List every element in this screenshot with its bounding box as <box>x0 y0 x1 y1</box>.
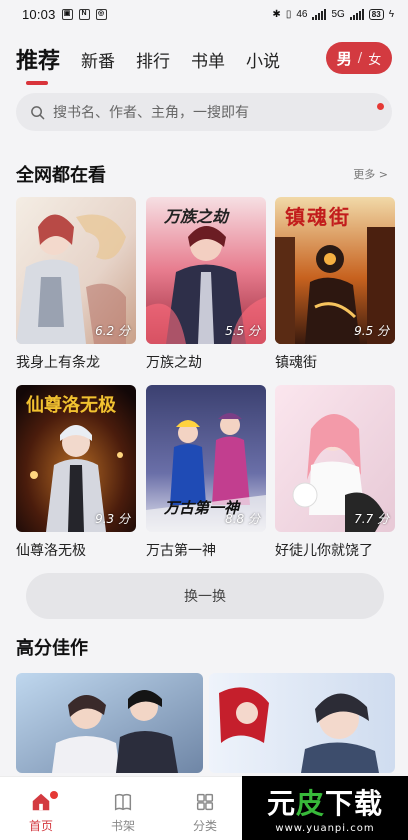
more-link[interactable]: 更多 > <box>353 166 388 182</box>
comic-score: 6.2 分 <box>95 324 130 338</box>
network-label: 46 <box>296 8 308 20</box>
comic-title[interactable]: 万古第一神 <box>146 540 266 560</box>
cover-text: 万族之劫 <box>164 207 229 226</box>
section-title-top-rated: 高分佳作 <box>16 638 88 659</box>
charging-icon: ϟ <box>388 8 394 20</box>
gender-toggle[interactable]: 男 / 女 <box>326 42 392 74</box>
section-title-hot: 全网都在看 <box>16 165 106 186</box>
cover-text: 仙尊洛无极 <box>26 395 116 416</box>
comic-card[interactable]: 7.7 分 好徒儿你就饶了 <box>275 385 395 560</box>
top-rated-cover[interactable] <box>209 673 395 773</box>
bottom-nav-bookshelf[interactable]: 书架 <box>82 777 164 840</box>
watermark-url: www.yuanpi.com <box>275 823 375 834</box>
signal-icon <box>312 8 327 20</box>
bookshelf-icon <box>114 793 132 811</box>
notification-icon: ▣ <box>61 8 73 20</box>
comic-title[interactable]: 我身上有条龙 <box>16 352 136 372</box>
top-nav: 推荐 新番 排行 书单 小说 男 / 女 <box>0 36 408 85</box>
bottom-nav-home[interactable]: 首页 <box>0 777 82 840</box>
category-icon <box>196 793 214 811</box>
comic-score: 9.3 分 <box>95 512 130 526</box>
comic-card[interactable]: 镇魂街 9.5 分 镇魂街 <box>275 197 395 372</box>
nfc-icon: N <box>78 8 90 20</box>
search-input[interactable]: 搜书名、作者、主角，一搜即有 <box>16 93 392 131</box>
tab-new[interactable]: 新番 <box>81 47 115 72</box>
battery-icon: 83 <box>368 8 384 20</box>
search-icon <box>31 105 45 119</box>
tab-ranking[interactable]: 排行 <box>136 47 170 72</box>
comic-title[interactable]: 万族之劫 <box>146 352 266 372</box>
search-notification-dot <box>377 103 384 110</box>
gender-male[interactable]: 男 <box>337 48 352 69</box>
comic-title[interactable]: 镇魂街 <box>275 352 395 372</box>
bluetooth-icon: ✱ <box>272 8 281 20</box>
comic-cover[interactable]: 7.7 分 <box>275 385 395 532</box>
comic-cover[interactable]: 万古第一神 8.8 分 <box>146 385 266 532</box>
gender-female[interactable]: 女 <box>368 49 381 68</box>
tab-booklist[interactable]: 书单 <box>191 47 225 72</box>
bottom-nav-category[interactable]: 分类 <box>164 777 246 840</box>
watermark: 元皮下载 www.yuanpi.com <box>242 776 408 840</box>
comic-card[interactable]: 仙尊洛无极 9.3 分 仙尊洛无极 <box>16 385 136 560</box>
comic-score: 9.5 分 <box>354 324 389 338</box>
vibrate-icon: ▯ <box>285 8 292 20</box>
cover-text: 镇魂街 <box>285 205 351 229</box>
top-rated-cover[interactable] <box>16 673 203 773</box>
comic-title[interactable]: 好徒儿你就饶了 <box>275 540 395 560</box>
home-icon <box>32 793 50 811</box>
comic-cover[interactable]: 仙尊洛无极 9.3 分 <box>16 385 136 532</box>
bottom-nav-label: 书架 <box>110 819 135 833</box>
search-placeholder: 搜书名、作者、主角，一搜即有 <box>53 105 249 121</box>
comic-score: 5.5 分 <box>225 324 260 338</box>
comic-card[interactable]: 万古第一神 8.8 分 万古第一神 <box>146 385 266 560</box>
comic-cover[interactable]: 镇魂街 9.5 分 <box>275 197 395 344</box>
home-badge <box>50 791 58 799</box>
network-label-2: 5G <box>331 8 345 20</box>
gender-separator: / <box>357 50 363 66</box>
signal-icon-2 <box>349 8 364 20</box>
comic-card[interactable]: 6.2 分 我身上有条龙 <box>16 197 136 372</box>
comic-card[interactable]: 万族之劫 5.5 分 万族之劫 <box>146 197 266 372</box>
tab-novel[interactable]: 小说 <box>246 47 280 72</box>
comic-score: 7.7 分 <box>354 512 389 526</box>
bottom-nav-label: 首页 <box>28 819 53 833</box>
refresh-button[interactable]: 换一换 <box>26 573 384 619</box>
watermark-logo: 元皮下载 <box>266 787 384 820</box>
tab-recommend[interactable]: 推荐 <box>16 43 60 85</box>
comic-cover[interactable]: 6.2 分 <box>16 197 136 344</box>
status-time: 10:03 <box>22 6 56 22</box>
bottom-nav-label: 分类 <box>192 819 217 833</box>
comic-title[interactable]: 仙尊洛无极 <box>16 540 136 560</box>
comic-score: 8.8 分 <box>225 512 260 526</box>
app-notification-icon: ◎ <box>95 8 107 20</box>
comic-cover[interactable]: 万族之劫 5.5 分 <box>146 197 266 344</box>
status-bar: 10:03 ▣ N ◎ ✱ ▯ 46 5G 83 ϟ <box>0 0 408 28</box>
